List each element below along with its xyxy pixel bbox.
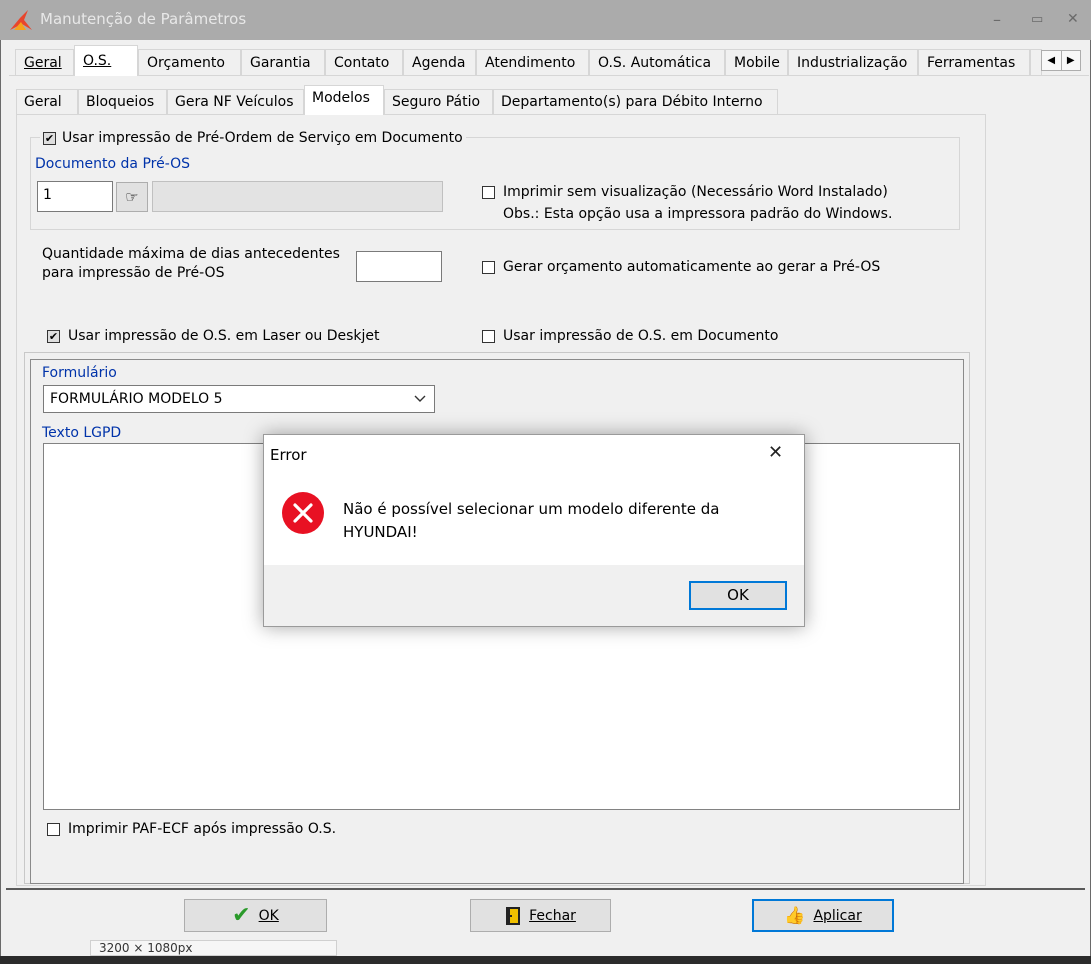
thumbs-up-icon: 👍 [784, 905, 806, 926]
tab-label: Mobile [734, 55, 780, 71]
exit-door-icon [506, 906, 521, 925]
maximize-button[interactable]: ▭ [1031, 12, 1043, 27]
subtab-modelos[interactable]: Modelos [304, 85, 384, 115]
laser-row[interactable]: ✔ Usar impressão de O.S. em Laser ou Des… [47, 328, 380, 344]
tab-geral[interactable]: Geral [15, 49, 74, 75]
tab-atendimento[interactable]: Atendimento [476, 49, 589, 75]
ok-button[interactable]: ✔ OK [184, 899, 327, 932]
print-no-preview-checkbox[interactable] [482, 185, 495, 199]
document-name-field [152, 181, 443, 212]
document-label: Documento da Pré-OS [35, 156, 191, 172]
gerar-orcamento-checkbox[interactable] [482, 260, 495, 274]
laser-checkbox[interactable]: ✔ [47, 329, 60, 343]
tab-os[interactable]: O.S. [74, 45, 138, 76]
dialog-ok-button[interactable]: OK [689, 581, 787, 610]
chevron-down-icon [414, 395, 426, 402]
fechar-button[interactable]: Fechar [470, 899, 611, 932]
max-days-input[interactable] [356, 251, 442, 282]
subtab-label: Geral [24, 94, 62, 110]
checkmark-icon: ✔ [232, 902, 251, 928]
ok-button-label: OK [258, 907, 279, 924]
document-code-input[interactable]: 1 [37, 181, 113, 212]
max-days-label-line2: para impressão de Pré-OS [42, 265, 225, 281]
gerar-orcamento-label: Gerar orçamento automaticamente ao gerar… [503, 259, 881, 275]
pre-os-checkbox[interactable]: ✔ [43, 131, 56, 145]
fechar-button-label: Fechar [529, 907, 576, 924]
texto-lgpd-label: Texto LGPD [42, 425, 122, 441]
subtab-label: Departamento(s) para Débito Interno [501, 94, 763, 110]
background-partial-text: 3200 × 1080px [99, 941, 193, 955]
tab-label: Industrialização [797, 55, 908, 71]
tab-agenda[interactable]: Agenda [403, 49, 476, 75]
aplicar-button-label: Aplicar [813, 907, 862, 924]
max-days-label: Quantidade máxima de dias antecedentes p… [42, 245, 340, 283]
tab-ferramentas[interactable]: Ferramentas [918, 49, 1030, 75]
tab-os-automatica[interactable]: O.S. Automática [589, 49, 725, 75]
background-window-fragment: 3200 × 1080px [90, 940, 337, 956]
tab-industrializacao[interactable]: Industrialização [788, 49, 918, 75]
lookup-hand-icon[interactable]: ☞ [116, 182, 148, 212]
print-no-preview-label: Imprimir sem visualização (Necessário Wo… [503, 184, 888, 200]
formulario-label: Formulário [42, 365, 117, 381]
tab-label: Contato [334, 55, 390, 71]
subtab-gera-nf-veiculos[interactable]: Gera NF Veículos [167, 89, 304, 114]
laser-label: Usar impressão de O.S. em Laser ou Deskj… [68, 328, 380, 344]
tab-orcamento[interactable]: Orçamento [138, 49, 241, 75]
os-documento-label: Usar impressão de O.S. em Documento [503, 328, 779, 344]
minimize-button[interactable]: – [993, 10, 1001, 29]
tab-contato[interactable]: Contato [325, 49, 403, 75]
subtab-bloqueios[interactable]: Bloqueios [78, 89, 167, 114]
paf-ecf-label: Imprimir PAF-ECF após impressão O.S. [68, 821, 337, 837]
formulario-selected: FORMULÁRIO MODELO 5 [50, 391, 223, 407]
tab-mobile[interactable]: Mobile [725, 49, 788, 75]
dialog-message-line1: Não é possível selecionar um modelo dife… [343, 500, 720, 518]
tab-label: Atendimento [485, 55, 576, 71]
subtab-departamentos[interactable]: Departamento(s) para Débito Interno [493, 89, 778, 114]
scroll-right-icon[interactable]: ▶ [1062, 51, 1081, 70]
tab-label: Garantia [250, 55, 311, 71]
error-dialog: Error ✕ Não é possível selecionar um mod… [263, 434, 805, 627]
print-no-preview-row[interactable]: Imprimir sem visualização (Necessário Wo… [482, 184, 888, 200]
tab-label: Geral [24, 55, 62, 71]
max-days-label-line1: Quantidade máxima de dias antecedentes [42, 246, 340, 262]
tab-label: O.S. Automática [598, 55, 712, 71]
pre-os-checkbox-label: Usar impressão de Pré-Ordem de Serviço e… [62, 130, 463, 146]
tab-scroll-arrows[interactable]: ◀ ▶ [1041, 50, 1081, 71]
os-documento-row[interactable]: Usar impressão de O.S. em Documento [482, 328, 778, 344]
window-title: Manutenção de Parâmetros [40, 10, 247, 28]
paf-ecf-checkbox[interactable] [47, 822, 60, 836]
gerar-orcamento-row[interactable]: Gerar orçamento automaticamente ao gerar… [482, 259, 880, 275]
formulario-select[interactable]: FORMULÁRIO MODELO 5 [43, 385, 435, 413]
app-logo-icon [10, 10, 32, 30]
pre-os-checkbox-row[interactable]: ✔ Usar impressão de Pré-Ordem de Serviço… [40, 130, 466, 146]
subtab-seguro-patio[interactable]: Seguro Pátio [384, 89, 493, 114]
dialog-title: Error [270, 446, 307, 464]
dialog-message: Não é possível selecionar um modelo dife… [343, 498, 719, 544]
dialog-message-line2: HYUNDAI! [343, 523, 418, 541]
error-icon [282, 492, 324, 534]
close-window-button[interactable]: ✕ [1067, 11, 1079, 27]
subtab-geral[interactable]: Geral [16, 89, 78, 114]
dialog-close-icon[interactable]: ✕ [768, 442, 783, 463]
tab-divider [9, 75, 1089, 76]
taskbar-strip [0, 956, 1091, 964]
subtab-label: Seguro Pátio [392, 94, 481, 110]
tab-label: O.S. [83, 53, 112, 69]
aplicar-button[interactable]: 👍 Aplicar [752, 899, 894, 932]
tab-garantia[interactable]: Garantia [241, 49, 325, 75]
subtab-label: Gera NF Veículos [175, 94, 294, 110]
os-documento-checkbox[interactable] [482, 329, 495, 343]
obs-text: Obs.: Esta opção usa a impressora padrão… [503, 206, 893, 222]
subtab-label: Modelos [312, 90, 370, 106]
tab-label: Orçamento [147, 55, 225, 71]
dialog-footer: OK [264, 565, 804, 626]
subtab-label: Bloqueios [86, 94, 155, 110]
scroll-left-icon[interactable]: ◀ [1042, 51, 1062, 70]
tab-label: Agenda [412, 55, 466, 71]
tab-label: Ferramentas [927, 55, 1016, 71]
paf-ecf-row[interactable]: Imprimir PAF-ECF após impressão O.S. [47, 821, 336, 837]
